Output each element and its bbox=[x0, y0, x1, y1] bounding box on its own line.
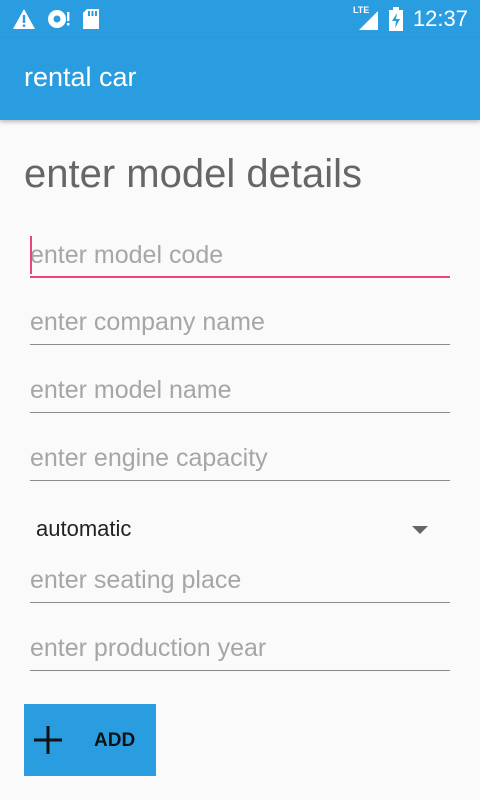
app-bar: rental car bbox=[0, 38, 480, 120]
warning-icon bbox=[13, 9, 35, 29]
page-heading: enter model details bbox=[24, 152, 362, 196]
clock: 12:37 bbox=[412, 6, 468, 31]
seating-place-input[interactable] bbox=[30, 559, 450, 603]
app-title: rental car bbox=[24, 62, 137, 92]
model-code-input[interactable] bbox=[30, 234, 450, 278]
sd-card-icon bbox=[83, 9, 99, 29]
production-year-input[interactable] bbox=[30, 627, 450, 671]
company-name-input[interactable] bbox=[30, 301, 450, 345]
transmission-spinner[interactable]: automatic bbox=[30, 510, 450, 550]
lte-signal-icon: LTE bbox=[353, 5, 379, 31]
engine-capacity-input[interactable] bbox=[30, 437, 450, 481]
sync-icon bbox=[48, 10, 70, 28]
model-name-input[interactable] bbox=[30, 369, 450, 413]
status-right: LTE 12:37 bbox=[353, 5, 468, 32]
transmission-value: automatic bbox=[36, 516, 132, 541]
status-bar: LTE 12:37 bbox=[0, 0, 480, 38]
plus-icon bbox=[34, 726, 62, 754]
text-cursor bbox=[30, 236, 32, 274]
status-left bbox=[12, 7, 100, 31]
dropdown-arrow-icon bbox=[412, 526, 428, 534]
battery-icon bbox=[388, 7, 403, 31]
add-button[interactable]: ADD bbox=[24, 704, 156, 776]
add-button-label: ADD bbox=[94, 730, 136, 751]
